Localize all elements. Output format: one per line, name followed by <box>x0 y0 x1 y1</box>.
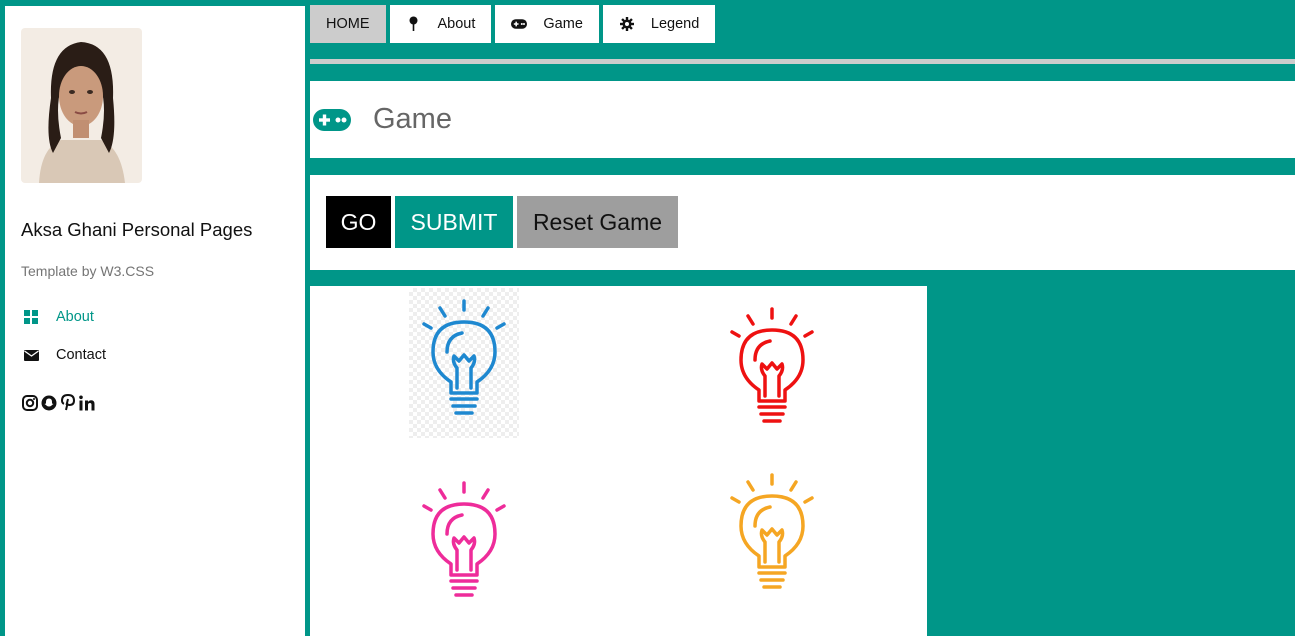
top-nav: HOME About Game Legend <box>310 5 716 43</box>
lightbulb-icon[interactable] <box>722 306 822 432</box>
nav-label: About <box>437 16 476 32</box>
nav-game[interactable]: Game <box>495 5 599 43</box>
lightbulb-graphic <box>422 481 506 597</box>
gamepad-icon <box>511 19 528 29</box>
sidebar-item-about[interactable]: About <box>21 305 94 329</box>
nav-label: HOME <box>326 16 370 32</box>
pinterest-icon[interactable] <box>59 394 76 411</box>
go-button[interactable]: GO <box>326 196 391 248</box>
gear-icon <box>619 17 635 31</box>
envelope-icon <box>21 347 41 363</box>
sidebar-item-label: About <box>56 309 94 325</box>
lightbulb-icon[interactable] <box>409 288 519 438</box>
site-title: Aksa Ghani Personal Pages <box>21 219 253 240</box>
nav-legend[interactable]: Legend <box>602 5 716 43</box>
bulb-grid <box>310 286 927 636</box>
snapchat-icon[interactable] <box>40 394 57 411</box>
game-header: Game <box>310 81 1295 158</box>
linkedin-icon[interactable] <box>78 394 95 411</box>
nav-label: Game <box>543 16 583 32</box>
nav-home[interactable]: HOME <box>310 5 386 43</box>
avatar <box>21 28 142 183</box>
map-pin-icon <box>406 16 422 32</box>
submit-button[interactable]: SUBMIT <box>395 196 513 248</box>
nav-label: Legend <box>650 16 700 32</box>
reset-game-button[interactable]: Reset Game <box>517 196 678 248</box>
grid-icon <box>21 309 41 325</box>
sidebar-item-contact[interactable]: Contact <box>21 343 106 367</box>
instagram-icon[interactable] <box>21 394 38 411</box>
gamepad-icon <box>313 108 355 131</box>
lightbulb-graphic <box>730 307 814 423</box>
page-title: Game <box>373 103 452 135</box>
lightbulb-graphic <box>730 473 814 589</box>
divider <box>310 59 1295 64</box>
social-links <box>21 394 95 411</box>
sidebar-item-label: Contact <box>56 347 106 363</box>
site-subtitle: Template by W3.CSS <box>21 263 155 279</box>
game-controls: GO SUBMIT Reset Game <box>310 175 1295 270</box>
sidebar: Aksa Ghani Personal Pages Template by W3… <box>5 6 305 636</box>
lightbulb-icon[interactable] <box>414 480 514 606</box>
lightbulb-graphic <box>422 299 506 415</box>
lightbulb-icon[interactable] <box>722 472 822 598</box>
nav-about[interactable]: About <box>389 5 492 43</box>
